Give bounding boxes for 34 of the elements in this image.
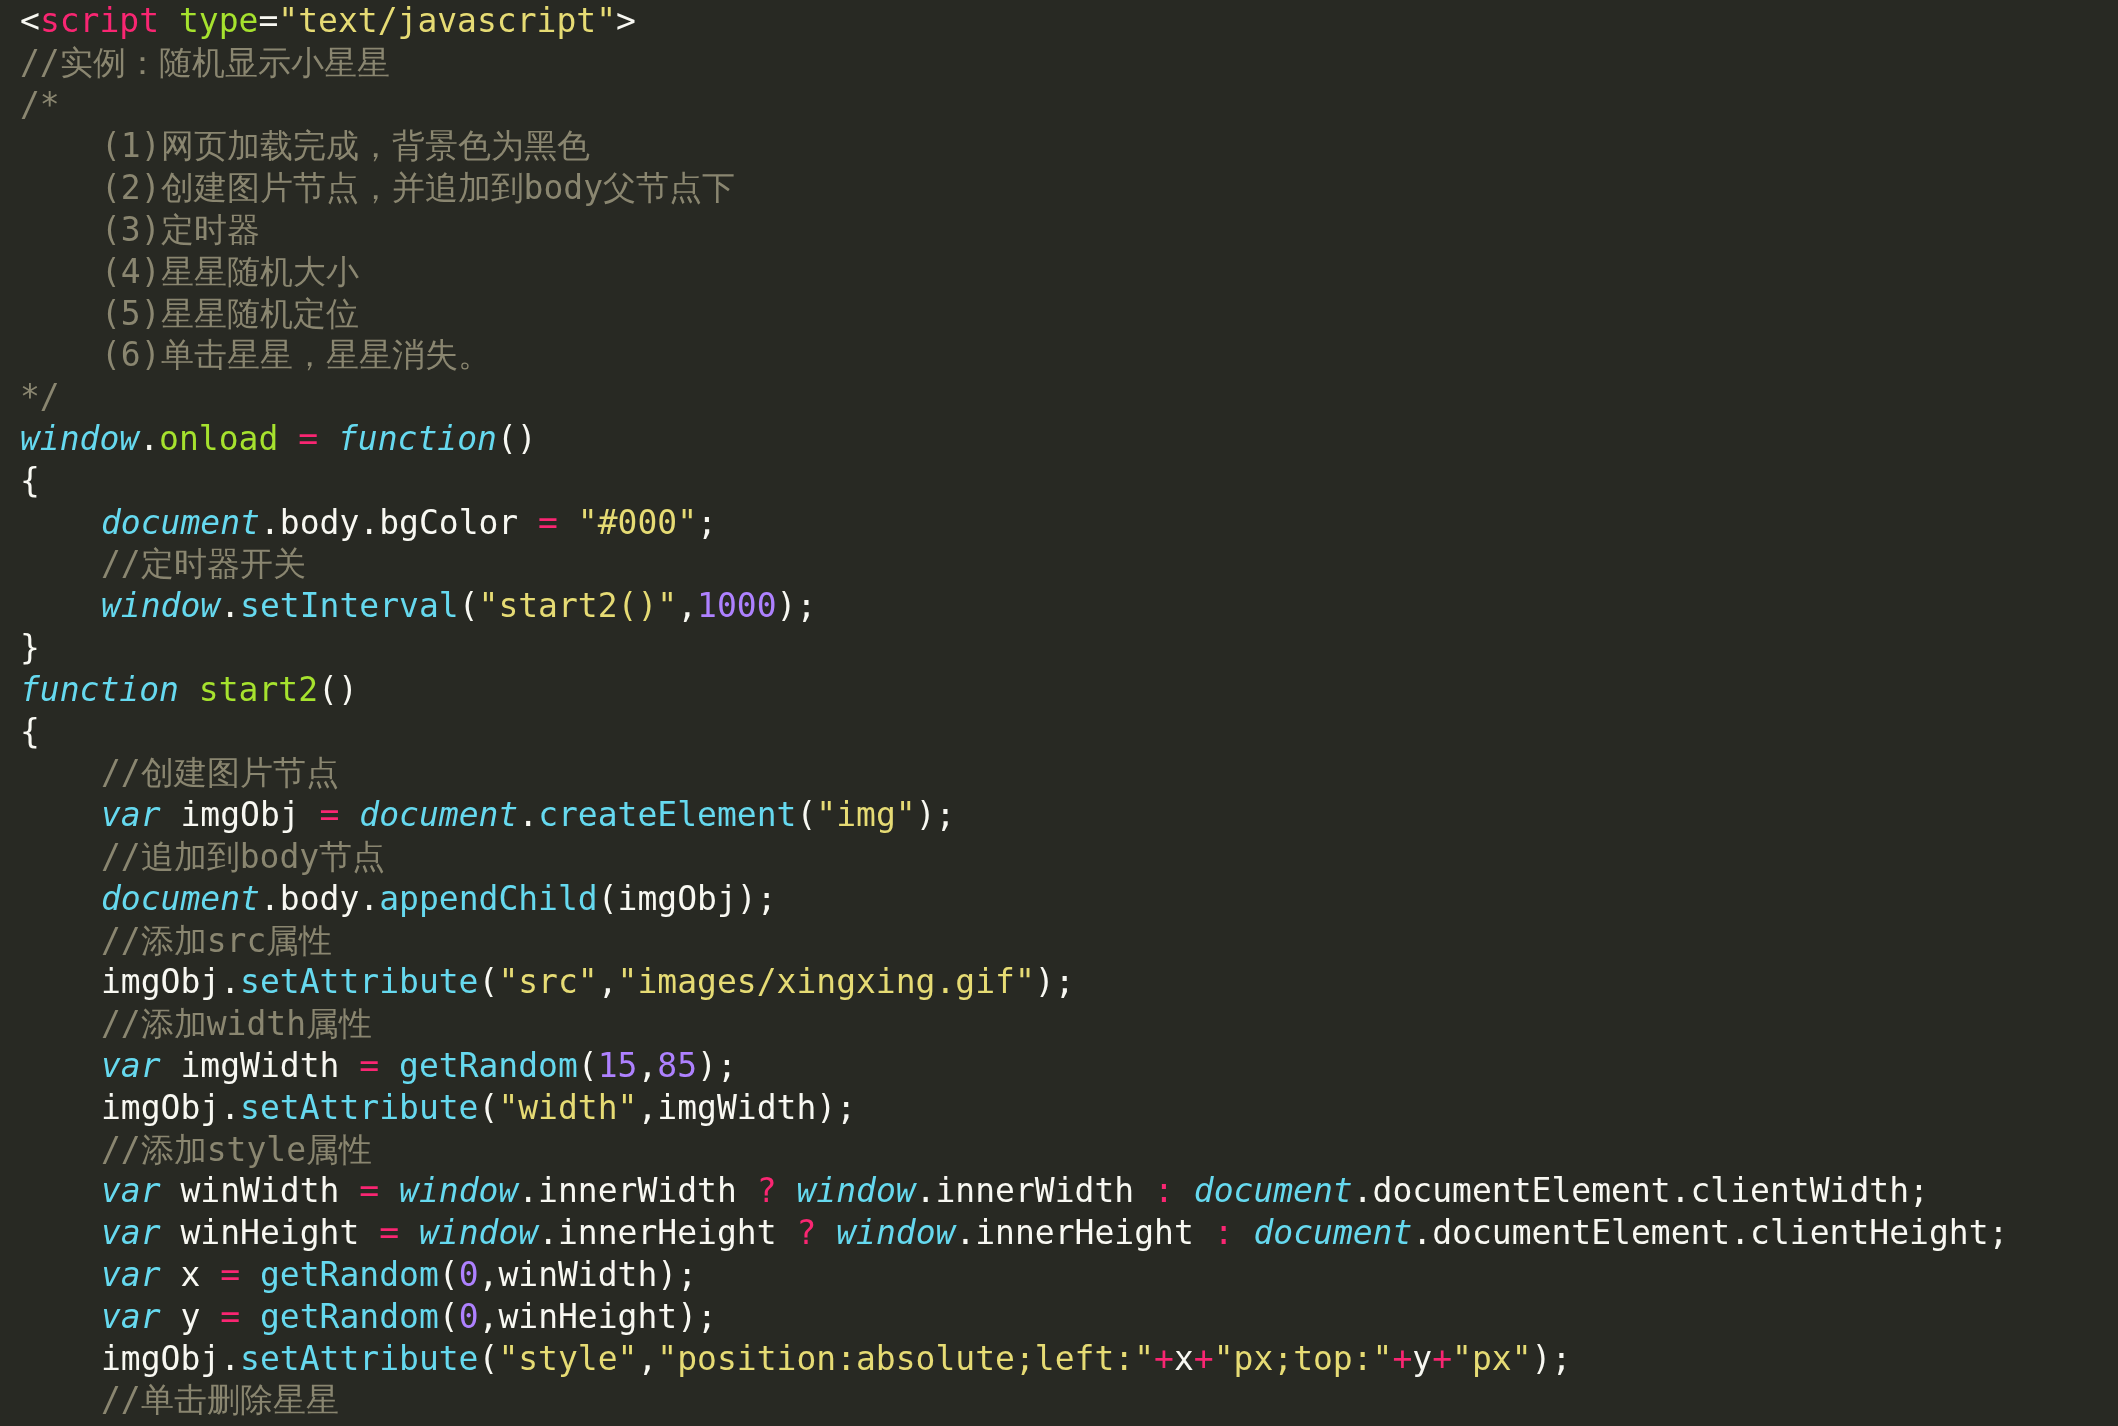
- code-line: var imgObj = document.createElement("img");: [101, 794, 956, 836]
- code-line: document.body.bgColor = "#000";: [101, 501, 717, 544]
- code-line: */: [20, 376, 60, 418]
- code-line: (6)单击星星，星星消失。: [101, 334, 491, 377]
- code-line: {: [20, 710, 40, 753]
- code-line: (3)定时器: [101, 209, 260, 251]
- code-line: //添加src属性: [101, 919, 333, 962]
- code-line: //单击删除星星: [101, 1379, 339, 1422]
- code-line: var x = getRandom(0,winWidth);: [101, 1253, 698, 1296]
- code-line: var imgWidth = getRandom(15,85);: [101, 1044, 737, 1087]
- code-line: //追加到body节点: [101, 835, 386, 878]
- code-line: window.onload = function(): [20, 417, 537, 460]
- code-line: <script type="text/javascript">: [20, 0, 636, 42]
- code-line: imgObj.setAttribute("src","images/xingxing.gif");: [101, 961, 1075, 1004]
- code-line: //添加style属性: [101, 1128, 373, 1171]
- code-line: function start2(): [20, 668, 358, 711]
- code-line: //定时器开关: [101, 543, 306, 586]
- code-line: //创建图片节点: [101, 752, 339, 795]
- code-line: (1)网页加载完成，背景色为黑色: [101, 125, 590, 168]
- code-line: window.setInterval("start2()",1000);: [101, 585, 817, 627]
- code-line: (2)创建图片节点，并追加到body父节点下: [101, 167, 736, 209]
- code-line: //添加width属性: [101, 1003, 373, 1045]
- code-line: document.body.appendChild(imgObj);: [101, 877, 777, 920]
- code-line: (5)星星随机定位: [101, 292, 359, 335]
- code-line: //实例：随机显示小星星: [20, 41, 390, 84]
- code-line: {: [20, 459, 40, 502]
- code-line: }: [20, 626, 40, 669]
- code-line: /*: [20, 83, 60, 126]
- code-line: var y = getRandom(0,winHeight);: [101, 1295, 717, 1338]
- code-line: (4)星星随机大小: [101, 250, 359, 293]
- code-line: var winWidth = window.innerWidth ? window.innerWidth : document.documentElement.clientWidth;: [101, 1170, 1929, 1213]
- code-line: imgObj.setAttribute("style","position:absolute;left:"+x+"px;top:"+y+"px");: [101, 1337, 1572, 1380]
- code-line: var winHeight = window.innerHeight ? window.innerHeight : document.documentElement.clientHeight;: [101, 1212, 2009, 1254]
- code-line: imgObj.setAttribute("width",imgWidth);: [101, 1086, 856, 1129]
